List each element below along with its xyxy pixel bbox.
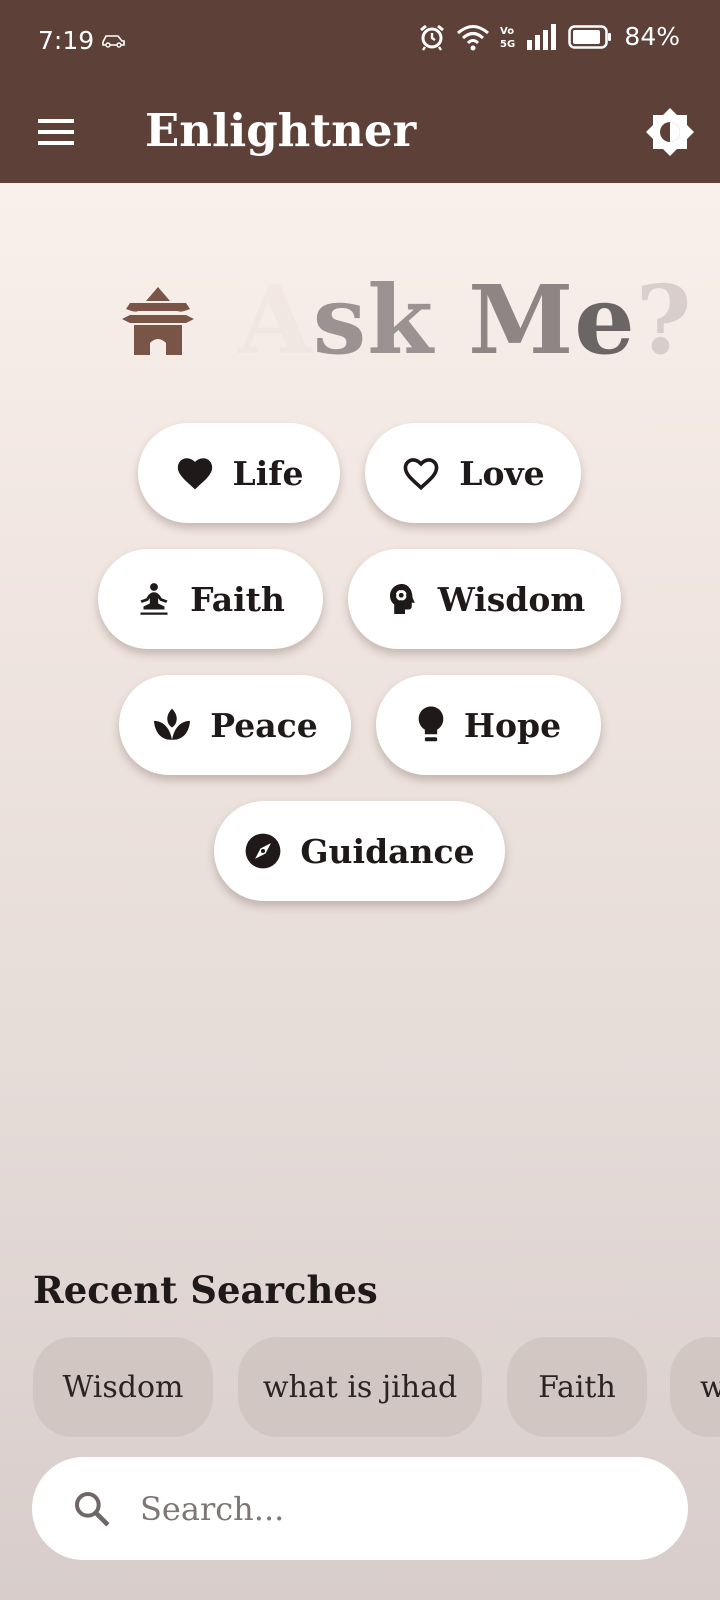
wifi-icon [457,24,490,50]
svg-text:5G: 5G [500,39,515,50]
recent-searches-list: Wisdom what is jihad Faith w [0,1337,720,1437]
topic-label-faith: Faith [190,579,285,619]
compass-icon [245,833,281,869]
ask-letter-e: e [574,265,636,376]
topic-label-life: Life [232,453,304,493]
app-bar: Enlightner [0,82,720,183]
topic-label-hope: Hope [463,705,562,745]
brightness-icon[interactable] [644,106,696,158]
hero-section: Ask Me? [0,265,720,376]
ask-letter-a: A [238,265,313,376]
hamburger-menu-icon[interactable] [36,114,76,150]
search-input[interactable] [138,1477,642,1541]
app-title: Enlightner [145,104,417,157]
temple-icon [122,287,194,355]
topic-chip-hope[interactable]: Hope [376,675,601,775]
ask-letters-sk: sk [312,265,469,376]
heart-outline-icon [403,458,439,491]
search-bar [32,1457,688,1560]
topic-chip-love[interactable]: Love [365,423,581,523]
ask-letter-m: M [468,265,575,376]
recent-search-chip[interactable]: Faith [507,1337,647,1437]
heart-filled-icon [177,458,212,490]
topic-chip-guidance[interactable]: Guidance [214,801,505,901]
car-icon [102,35,125,48]
recent-search-chip[interactable]: what is jihad [238,1337,482,1437]
svg-text:Vo: Vo [500,26,514,37]
lightbulb-icon [418,706,444,742]
meditation-icon [140,583,168,615]
topic-chip-peace[interactable]: Peace [119,675,351,775]
topic-chip-life[interactable]: Life [138,423,340,523]
search-icon [75,1492,110,1527]
topic-chip-faith[interactable]: Faith [98,549,323,649]
ask-me-title: Ask Me? [238,265,692,376]
battery-icon [568,24,612,49]
recent-search-chip[interactable]: w [670,1337,720,1437]
battery-percent: 84% [624,22,680,51]
topic-label-peace: Peace [210,705,318,745]
recent-searches-title: Recent Searches [33,1268,378,1312]
alarm-icon [420,24,445,51]
signal-icon [527,23,557,50]
topic-label-wisdom: Wisdom [437,579,586,619]
topic-chip-wisdom[interactable]: Wisdom [348,549,621,649]
status-time: 7:19 [38,26,95,55]
head-gear-icon [389,584,415,614]
recent-search-chip[interactable]: Wisdom [33,1337,213,1437]
topic-label-love: Love [459,453,545,493]
ask-question-mark: ? [635,265,693,376]
lotus-icon [154,708,191,740]
volte-5g-icon: Vo 5G [500,26,515,50]
topic-label-guidance: Guidance [300,831,475,871]
status-bar: 7:19 Vo 5G 84% [0,0,720,82]
